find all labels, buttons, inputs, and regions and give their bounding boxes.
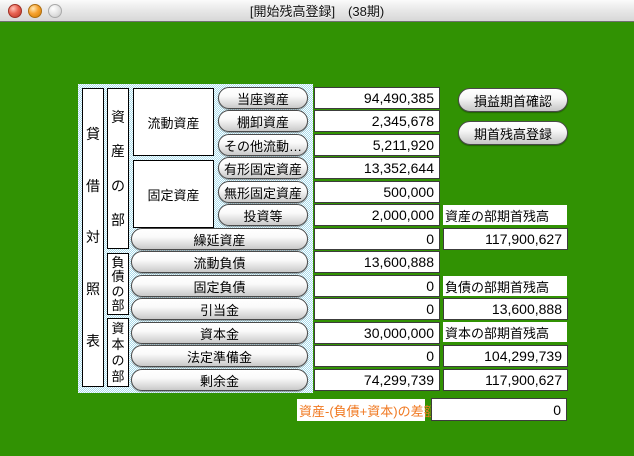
btn-investments[interactable]: 投資等 (218, 204, 308, 226)
liabilities-opening-balance-total: 13,600,888 (443, 298, 568, 320)
assets-opening-balance-label: 資産の部期首残高 (443, 205, 567, 225)
balance-sheet-vertical-title: 貸借対照表 (82, 88, 104, 387)
liabilities-opening-balance-label: 負債の部期首残高 (443, 276, 567, 296)
btn-current-liabilities[interactable]: 流動負債 (131, 251, 308, 273)
capital-opening-balance-label: 資本の部期首残高 (443, 322, 567, 342)
btn-legal-reserves[interactable]: 法定準備金 (131, 345, 308, 367)
field-surplus[interactable]: 74,299,739 (314, 369, 440, 391)
field-allowances[interactable]: 0 (314, 298, 440, 320)
section-liabilities: 負債の部 (107, 253, 129, 315)
btn-surplus[interactable]: 剰余金 (131, 369, 308, 391)
field-intangible-fixed-assets[interactable]: 500,000 (314, 181, 440, 203)
btn-tangible-fixed-assets[interactable]: 有形固定資産 (218, 157, 308, 179)
field-inventory-assets[interactable]: 2,345,678 (314, 110, 440, 132)
field-fixed-liabilities[interactable]: 0 (314, 275, 440, 297)
btn-deferred-assets[interactable]: 繰延資産 (131, 228, 308, 250)
capital-opening-balance-total: 104,299,739 (443, 345, 568, 367)
difference-value: 0 (431, 398, 567, 421)
balance-sheet-panel: 貸借対照表 資産の部 負債の部 資本の部 流動資産 固定資産 当座資産 棚卸資産… (78, 84, 313, 393)
titlebar[interactable]: [開始残高登録] (38期) (0, 0, 634, 22)
profit-loss-opening-check-button[interactable]: 損益期首確認 (458, 88, 568, 112)
btn-fixed-liabilities[interactable]: 固定負債 (131, 275, 308, 297)
btn-allowances[interactable]: 引当金 (131, 298, 308, 320)
traffic-lights (8, 4, 62, 18)
field-deferred-assets[interactable]: 0 (314, 228, 440, 250)
section-capital: 資本の部 (107, 318, 129, 387)
category-current-assets: 流動資産 (133, 88, 214, 156)
category-fixed-assets: 固定資産 (133, 160, 214, 228)
field-tangible-fixed-assets[interactable]: 13,352,644 (314, 157, 440, 179)
field-other-current-assets[interactable]: 5,211,920 (314, 134, 440, 156)
minimize-icon[interactable] (28, 4, 42, 18)
difference-label: 資産-(負債+資本)の差額 (297, 399, 425, 421)
btn-capital-stock[interactable]: 資本金 (131, 322, 308, 344)
liabilities-capital-grand-total: 117,900,627 (443, 369, 568, 391)
field-capital-stock[interactable]: 30,000,000 (314, 322, 440, 344)
main-content: 貸借対照表 資産の部 負債の部 資本の部 流動資産 固定資産 当座資産 棚卸資産… (0, 22, 634, 456)
assets-opening-balance-total: 117,900,627 (443, 228, 568, 250)
btn-other-current-assets[interactable]: その他流動… (218, 134, 308, 156)
app-window: [開始残高登録] (38期) 貸借対照表 資産の部 負債の部 資本の部 流動資産… (0, 0, 634, 456)
section-assets: 資産の部 (107, 88, 129, 249)
zoom-icon (48, 4, 62, 18)
btn-intangible-fixed-assets[interactable]: 無形固定資産 (218, 181, 308, 203)
field-current-liabilities[interactable]: 13,600,888 (314, 251, 440, 273)
field-investments[interactable]: 2,000,000 (314, 204, 440, 226)
btn-inventory-assets[interactable]: 棚卸資産 (218, 110, 308, 132)
close-icon[interactable] (8, 4, 22, 18)
field-legal-reserves[interactable]: 0 (314, 345, 440, 367)
field-quick-assets[interactable]: 94,490,385 (314, 87, 440, 109)
window-title: [開始残高登録] (38期) (250, 1, 384, 20)
btn-quick-assets[interactable]: 当座資産 (218, 87, 308, 109)
opening-balance-register-button[interactable]: 期首残高登録 (458, 121, 568, 145)
